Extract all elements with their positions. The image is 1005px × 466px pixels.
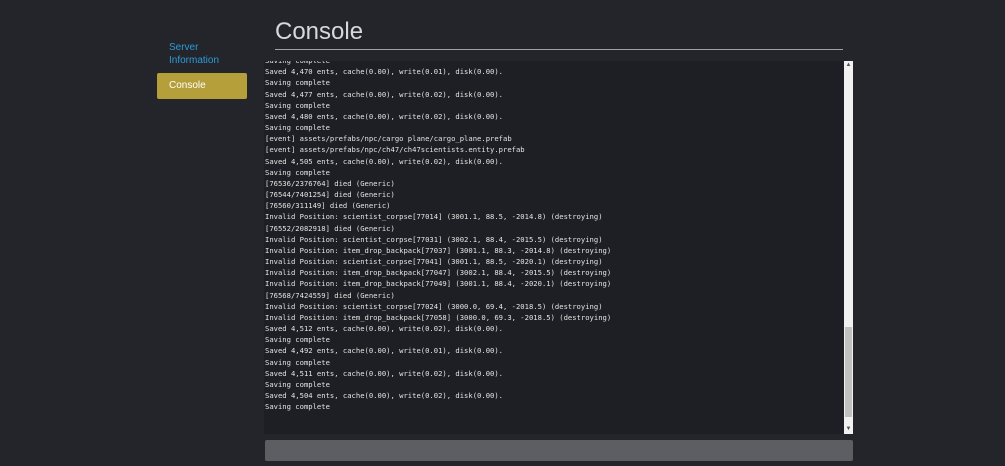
- console-line: Saving complete: [265, 78, 330, 88]
- console-line: Saving complete: [265, 123, 330, 133]
- console-line: Invalid Position: item_drop_backpack[770…: [265, 245, 612, 255]
- console-line: [76536/2376764] died (Generic): [265, 178, 395, 188]
- page-title: Console: [275, 18, 364, 45]
- console-line: Saved 4,477 ents, cache(0.00), write(0.0…: [265, 89, 503, 99]
- console-line: [76544/7401254] died (Generic): [265, 190, 395, 200]
- console-scrollbar[interactable]: ▲ ▼: [844, 61, 853, 434]
- scroll-down-arrow-icon[interactable]: ▼: [844, 425, 853, 434]
- console-line: Invalid Position: scientist_corpse[77041…: [265, 257, 603, 267]
- console-line: Saving complete: [265, 357, 330, 367]
- console-line: Invalid Position: scientist_corpse[77014…: [265, 212, 603, 222]
- console-output[interactable]: Saving completeSaved 4,470 ents, cache(0…: [264, 61, 853, 434]
- console-line: Saving complete: [265, 100, 330, 110]
- console-line: [event] assets/prefabs/npc/cargo plane/c…: [265, 134, 512, 144]
- console-line: Saved 4,480 ents, cache(0.00), write(0.0…: [265, 111, 503, 121]
- console-line: Saved 4,512 ents, cache(0.00), write(0.0…: [265, 324, 503, 334]
- console-line: Invalid Position: scientist_corpse[77024…: [265, 301, 603, 311]
- console-line: Saved 4,470 ents, cache(0.00), write(0.0…: [265, 67, 503, 77]
- console-line: Saved 4,492 ents, cache(0.00), write(0.0…: [265, 346, 503, 356]
- console-line: Saved 4,511 ents, cache(0.00), write(0.0…: [265, 368, 503, 378]
- console-line: Saving complete: [265, 335, 330, 345]
- console-line: Saving complete: [265, 402, 330, 412]
- console-command-input[interactable]: [265, 440, 853, 461]
- sidebar-item-server-information[interactable]: Server Information: [157, 40, 241, 68]
- scrollbar-thumb[interactable]: [845, 327, 852, 418]
- console-line: [76552/2082918] died (Generic): [265, 223, 395, 233]
- app: Server Information Console Console Savin…: [0, 0, 1005, 466]
- sidebar-item-console[interactable]: Console: [157, 73, 247, 99]
- scroll-up-arrow-icon[interactable]: ▲: [844, 61, 853, 70]
- console-line: Saving complete: [265, 379, 330, 389]
- console-line: Invalid Position: item_drop_backpack[770…: [265, 312, 612, 322]
- console-line: Saved 4,505 ents, cache(0.00), write(0.0…: [265, 156, 503, 166]
- console-line: [event] assets/prefabs/npc/ch47/ch47scie…: [265, 145, 525, 155]
- sidebar: Server Information Console: [157, 40, 247, 99]
- console-line: Invalid Position: item_drop_backpack[770…: [265, 279, 612, 289]
- console-line: Saving complete: [265, 167, 330, 177]
- console-line: [76568/7424559] died (Generic): [265, 290, 395, 300]
- console-line: Saved 4,504 ents, cache(0.00), write(0.0…: [265, 391, 503, 401]
- console-line: Invalid Position: item_drop_backpack[770…: [265, 268, 612, 278]
- title-divider: [275, 49, 843, 50]
- console-line: Invalid Position: scientist_corpse[77031…: [265, 234, 603, 244]
- console-line: [76560/311149] died (Generic): [265, 201, 391, 211]
- console-lines: Saving completeSaved 4,470 ents, cache(0…: [265, 61, 840, 413]
